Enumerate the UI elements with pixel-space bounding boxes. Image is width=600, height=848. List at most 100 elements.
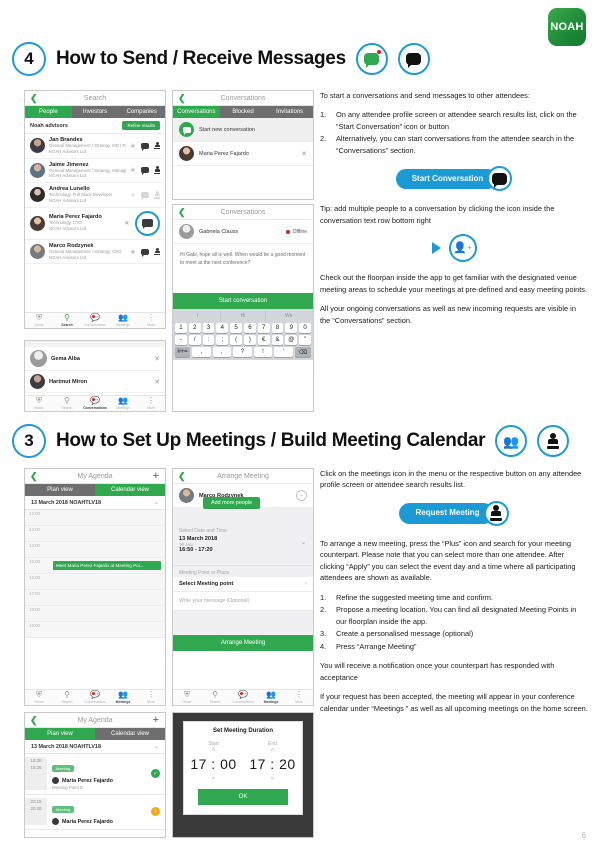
table-row[interactable]: Maria Perez Fajardo Technology, CTO NOAH… <box>25 208 165 240</box>
tab-conversations[interactable]: Conversations <box>173 106 220 118</box>
key[interactable]: ) <box>243 335 256 345</box>
nav-more[interactable]: ⋮ More <box>137 690 165 705</box>
suggestion[interactable]: I <box>175 311 221 321</box>
key-symbols-toggle[interactable]: #+= <box>175 347 191 357</box>
key[interactable]: @ <box>285 335 298 345</box>
nav-home[interactable]: ⛨ Home <box>25 396 53 411</box>
list-item[interactable]: Gema Alba ✕ <box>25 347 165 371</box>
bottom-nav[interactable]: ⛨ Home ⚲ Search 💬 Conversations 👥 Meetings ⋮… <box>25 689 165 705</box>
chevron-down-icon[interactable]: ⌄ <box>243 772 302 781</box>
start-new-conversation-row[interactable]: Start new conversation <box>173 118 313 142</box>
nav-home[interactable]: ⛨ Home <box>25 313 53 328</box>
search-tabs[interactable]: People Investors Companies <box>25 106 165 118</box>
close-icon[interactable]: ✕ <box>154 355 160 363</box>
key[interactable]: ; <box>216 335 229 345</box>
calendar-event[interactable]: Meet Maria Perez Fajardo at Meeting Poi.… <box>53 561 161 570</box>
time-slot[interactable]: 18:00 <box>25 606 165 622</box>
key-backspace[interactable]: ⌫ <box>294 347 312 357</box>
favourite-star-icon[interactable]: ★ <box>124 219 130 227</box>
nav-search[interactable]: ⚲ Search <box>53 396 81 411</box>
chevron-up-icon[interactable]: ^ <box>243 747 302 756</box>
chevron-up-icon[interactable]: ^ <box>184 747 243 756</box>
nav-search[interactable]: ⚲ Search <box>53 690 81 705</box>
nav-conversations[interactable]: 💬 Conversations <box>81 690 109 705</box>
key[interactable]: , <box>192 347 211 357</box>
tab-investors[interactable]: Investors <box>71 106 119 118</box>
time-slot[interactable]: 13:00 <box>25 526 165 542</box>
virtual-keyboard[interactable]: I Hi We 1 2 3 4 5 6 7 8 9 0 - / : ; ( ) … <box>173 309 313 360</box>
key[interactable]: 8 <box>271 323 284 333</box>
nav-conversations[interactable]: 💬 Conversations <box>81 396 109 411</box>
bottom-nav[interactable]: ⛨ Home ⚲ Search 💬 Conversations 👥 Meetings ⋮… <box>173 689 313 705</box>
nav-meetings[interactable]: 👥 Meetings <box>257 690 285 705</box>
conversation-icon[interactable] <box>487 166 513 192</box>
request-meeting-icon[interactable] <box>154 247 160 256</box>
start-conversation-button-label[interactable]: Start Conversation <box>395 168 498 190</box>
keyboard-suggestions[interactable]: I Hi We <box>175 311 311 321</box>
nav-search[interactable]: ⚲ Search <box>201 690 229 705</box>
plan-date-selector[interactable]: 13 March 2018 NOAHTLV18 ⌄ <box>25 740 165 754</box>
nav-more[interactable]: ⋮ More <box>137 396 165 411</box>
start-conversation-cta[interactable]: Start Conversation <box>320 166 588 192</box>
time-slot[interactable]: 15:00 Meet Maria Perez Fajardo at Meetin… <box>25 558 165 574</box>
bottom-nav[interactable]: ⛨ Home ⚲ Search 💬 Conversations 👥 Meetings ⋮… <box>25 312 165 328</box>
key[interactable]: ! <box>253 347 273 357</box>
table-row[interactable]: 15:20 15:25 Meeting Maria Perez Fajardo … <box>25 754 165 795</box>
request-meeting-icon[interactable] <box>483 500 509 526</box>
key[interactable]: " <box>299 335 311 345</box>
select-meeting-point-row[interactable]: Select Meeting point › <box>173 577 313 592</box>
list-item[interactable]: Hartmut Miron ✕ <box>25 371 165 393</box>
request-meeting-icon[interactable] <box>154 190 160 199</box>
selected-attendee-row[interactable]: Marco Rodzynek − Add more people <box>173 484 313 509</box>
ok-button[interactable]: OK <box>198 789 288 805</box>
tab-calendar-view[interactable]: Calendar view <box>95 484 165 496</box>
tab-calendar-view[interactable]: Calendar view <box>95 728 165 740</box>
nav-more[interactable]: ⋮ More <box>285 690 313 705</box>
keyboard-row-numbers[interactable]: 1 2 3 4 5 6 7 8 9 0 <box>175 323 311 333</box>
request-meeting-button-label[interactable]: Request Meeting <box>399 503 494 524</box>
start-conversation-icon[interactable] <box>141 191 149 200</box>
agenda-date-selector[interactable]: 13 March 2018 NOAHTLV18 ⌄ <box>25 496 165 510</box>
nav-search[interactable]: ⚲ Search <box>53 313 81 328</box>
start-conversation-icon[interactable] <box>141 142 149 151</box>
key[interactable]: ( <box>230 335 242 345</box>
nav-conversations[interactable]: 💬 Conversations <box>81 313 109 328</box>
key[interactable]: 4 <box>216 323 229 333</box>
agenda-tabs[interactable]: Plan view Calendar view <box>25 484 165 496</box>
close-icon[interactable]: ✕ <box>301 150 307 158</box>
add-more-people-button[interactable]: Add more people <box>203 497 261 509</box>
favourite-star-icon[interactable]: ★ <box>130 142 136 150</box>
chevron-right-icon[interactable]: › <box>305 581 307 587</box>
remove-attendee-icon[interactable]: − <box>296 490 307 501</box>
key[interactable]: & <box>271 335 284 345</box>
close-icon[interactable]: ✕ <box>154 378 160 386</box>
chat-contact-row[interactable]: Gabriela Clauss Offline <box>173 220 313 244</box>
key[interactable]: , <box>212 347 232 357</box>
chevron-down-icon[interactable]: ⌄ <box>154 499 159 506</box>
table-row[interactable]: Jan Brandes General Management / Strateg… <box>25 134 165 159</box>
tab-invitations[interactable]: Invitations <box>266 106 313 118</box>
nav-home[interactable]: ⛨ Home <box>25 690 53 705</box>
table-row[interactable]: 20:15 20:20 Meeting Maria Perez Fajardo … <box>25 795 165 830</box>
message-input[interactable]: Write your message (Optional) <box>173 592 313 611</box>
key[interactable]: 5 <box>230 323 242 333</box>
time-slot[interactable]: 16:00 <box>25 574 165 590</box>
keyboard-row-bottom[interactable]: #+= , , ? ! ' ⌫ <box>175 347 312 357</box>
key[interactable]: / <box>188 335 201 345</box>
plan-tabs[interactable]: Plan view Calendar view <box>25 728 165 740</box>
nav-meetings[interactable]: 👥 Meetings <box>109 396 137 411</box>
nav-meetings[interactable]: 👥 Meetings <box>109 313 137 328</box>
start-time-picker[interactable]: Start ^ 17 : 00 ⌄ <box>184 741 243 781</box>
key[interactable]: 0 <box>299 323 311 333</box>
key[interactable]: 2 <box>188 323 201 333</box>
key[interactable]: € <box>257 335 270 345</box>
tab-people[interactable]: People <box>25 106 72 118</box>
add-meeting-plus-icon[interactable]: + <box>153 714 159 726</box>
time-slot[interactable]: 17:00 <box>25 590 165 606</box>
start-conversation-icon[interactable] <box>142 219 153 230</box>
nav-conversations[interactable]: 💬 Conversations <box>229 690 257 705</box>
key[interactable]: 7 <box>257 323 270 333</box>
start-conversation-icon[interactable] <box>141 248 149 257</box>
add-meeting-plus-icon[interactable]: + <box>153 470 159 482</box>
conversation-thread-row[interactable]: Maria Perez Fajardo ✕ <box>173 142 313 166</box>
